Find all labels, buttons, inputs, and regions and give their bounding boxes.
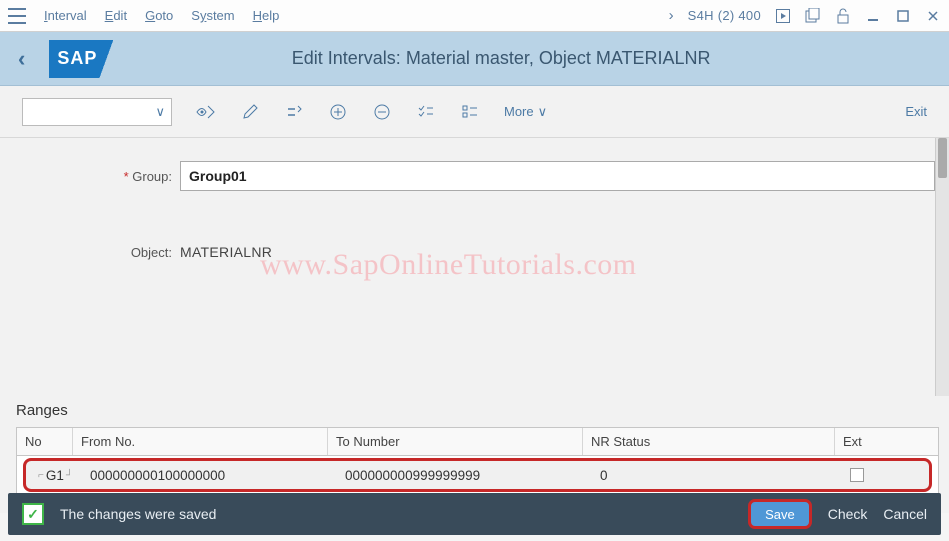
object-field-row: Object: MATERIALNR	[100, 238, 939, 266]
col-from[interactable]: From No.	[73, 428, 328, 455]
edit-icon[interactable]	[240, 102, 260, 122]
col-to[interactable]: To Number	[328, 428, 583, 455]
cell-to[interactable]: 000000000999999999	[337, 464, 592, 487]
maximize-icon[interactable]	[895, 8, 911, 24]
menu-edit[interactable]: Edit	[105, 8, 127, 23]
table-row[interactable]: ⌐G1┘ 000000000100000000 0000000009999999…	[23, 458, 932, 492]
ranges-title: Ranges	[16, 396, 939, 427]
chevron-down-icon: ∨	[538, 104, 548, 120]
vertical-scrollbar[interactable]	[935, 138, 949, 396]
system-id: S4H (2) 400	[688, 8, 761, 23]
col-ext[interactable]: Ext	[835, 428, 938, 455]
titlebar: ‹ SAP Edit Intervals: Material master, O…	[0, 32, 949, 86]
close-icon[interactable]	[925, 8, 941, 24]
overview-icon[interactable]	[284, 102, 304, 122]
object-value: MATERIALNR	[180, 244, 272, 260]
menu-system[interactable]: System	[191, 8, 234, 23]
status-message: The changes were saved	[60, 506, 732, 522]
delete-line-icon[interactable]	[372, 102, 392, 122]
play-icon[interactable]	[775, 8, 791, 24]
col-status[interactable]: NR Status	[583, 428, 835, 455]
menubar: Interval Edit Goto System Help › S4H (2)…	[0, 0, 949, 32]
back-button[interactable]: ‹	[18, 46, 25, 72]
exit-button[interactable]: Exit	[905, 104, 927, 119]
success-icon: ✓	[22, 503, 44, 525]
ext-checkbox[interactable]	[850, 468, 864, 482]
minimize-icon[interactable]	[865, 8, 881, 24]
more-button[interactable]: More ∨	[504, 104, 547, 120]
new-session-icon[interactable]	[805, 8, 821, 24]
group-field-row: * Group:	[100, 160, 939, 192]
cell-from[interactable]: 000000000100000000	[82, 464, 337, 487]
cell-status[interactable]: 0	[592, 464, 844, 487]
system-area: › S4H (2) 400	[669, 7, 941, 24]
statusbar: ✓ The changes were saved Save Check Canc…	[8, 493, 941, 535]
display-change-icon[interactable]	[196, 102, 216, 122]
command-field[interactable]: ∨	[22, 98, 172, 126]
page-title: Edit Intervals: Material master, Object …	[71, 48, 931, 69]
cancel-button[interactable]: Cancel	[883, 506, 927, 522]
save-button[interactable]: Save	[748, 499, 812, 529]
check-button[interactable]: Check	[828, 506, 868, 522]
app-toolbar: ∨ More ∨ Exit	[0, 86, 949, 138]
group-input[interactable]	[180, 161, 935, 191]
select-all-icon[interactable]	[416, 102, 436, 122]
content-area: * Group: Object: MATERIALNR www.SapOnlin…	[0, 138, 949, 396]
chevron-right-icon[interactable]: ›	[669, 7, 674, 24]
menu-goto[interactable]: Goto	[145, 8, 173, 23]
menu-icon[interactable]	[8, 8, 26, 24]
menu-interval[interactable]: Interval	[44, 8, 87, 23]
lock-open-icon[interactable]	[835, 8, 851, 24]
group-label: * Group:	[100, 169, 172, 184]
table-header: No From No. To Number NR Status Ext	[17, 428, 938, 456]
deselect-all-icon[interactable]	[460, 102, 480, 122]
object-label: Object:	[100, 245, 172, 260]
more-label: More	[504, 104, 534, 119]
col-no[interactable]: No	[17, 428, 73, 455]
cell-no[interactable]: ⌐G1┘	[30, 464, 82, 487]
insert-line-icon[interactable]	[328, 102, 348, 122]
cell-ext[interactable]	[844, 464, 929, 486]
menu-help[interactable]: Help	[253, 8, 280, 23]
chevron-down-icon: ∨	[155, 104, 165, 120]
